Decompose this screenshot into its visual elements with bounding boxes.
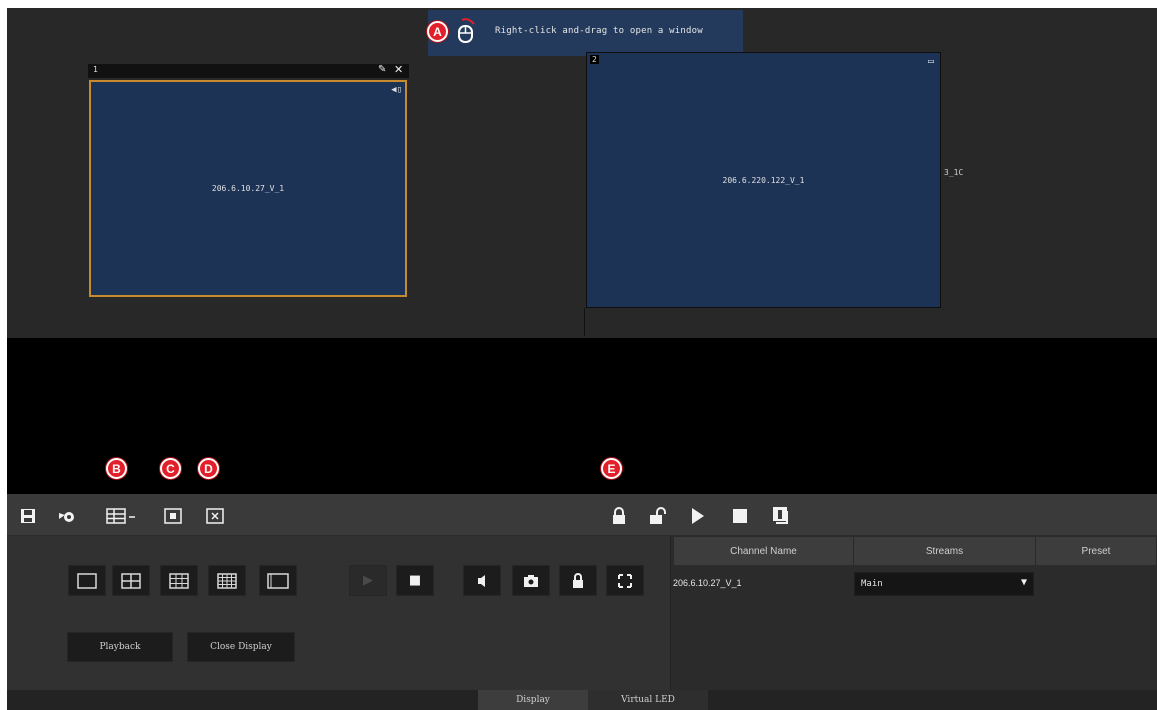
callout-e-badge: E [601,458,622,479]
snapshot-button[interactable] [512,565,550,596]
stream-select[interactable]: Main ▼ [854,572,1034,596]
window-1-titlebar[interactable]: 1 ✎ ✕ [88,63,409,78]
video-window-1[interactable]: 206.6.10.27_V_1 ◀▯ [89,80,407,297]
close-icon[interactable]: ✕ [394,63,403,76]
settings-icon[interactable] [54,503,80,529]
monitor-icon[interactable]: ▭ [928,56,934,67]
video-window-2[interactable]: 2 ▭ 206.6.220.122_V_1 [586,52,941,308]
control-panel [7,536,670,690]
playback-button[interactable]: Playback [67,632,173,662]
edit-icon[interactable]: ✎ [378,64,386,75]
window-number: 1 [93,65,99,74]
hint-text: Right-click and-drag to open a window [495,26,703,36]
window-channel-label: 206.6.10.27_V_1 [211,184,285,193]
layout-2x2-button[interactable] [112,565,150,596]
partial-window-label: 3_1C [944,168,964,177]
column-header-preset[interactable]: Preset [1036,537,1157,565]
callout-c-badge: C [160,458,181,479]
close-display-button[interactable]: Close Display [187,632,295,662]
callout-d-badge: D [198,458,219,479]
stream-select-value: Main [861,579,883,589]
save-icon[interactable] [15,503,41,529]
audio-button[interactable] [463,565,501,596]
window-divider [584,308,585,336]
unlock-icon[interactable] [644,503,670,529]
fullscreen-window-icon[interactable] [160,503,186,529]
lock-icon[interactable] [606,503,632,529]
lock-window-button[interactable] [559,565,597,596]
play-icon[interactable] [684,503,710,529]
audio-icon[interactable]: ◀▯ [391,85,402,95]
close-window-icon[interactable] [202,503,228,529]
chevron-down-icon[interactable]: ▼ [1021,577,1027,588]
tab-display[interactable]: Display [478,690,588,710]
column-header-streams[interactable]: Streams [854,537,1036,565]
expand-icon[interactable] [606,565,644,596]
layout-3x3-button[interactable] [160,565,198,596]
layout-split-icon[interactable] [104,503,144,529]
playback-stop-button[interactable]: ■ [396,565,434,596]
tab-virtual-led[interactable]: Virtual LED [588,690,708,710]
window-channel-label: 206.6.220.122_V_1 [722,175,805,185]
window-number: 2 [590,55,599,64]
layout-1x1-button[interactable] [68,565,106,596]
layout-4x4-button[interactable] [208,565,246,596]
callout-b-badge: B [106,458,127,479]
column-header-channel-name[interactable]: Channel Name [674,537,854,565]
info-icon[interactable] [768,502,794,528]
layout-custom-button[interactable] [259,565,297,596]
channel-name-cell[interactable]: 206.6.10.27_V_1 [673,578,742,588]
playback-play-button[interactable]: ▶ [349,565,387,596]
mouse-icon [456,18,480,50]
stop-icon[interactable] [727,503,753,529]
callout-a-badge: A [427,21,448,42]
